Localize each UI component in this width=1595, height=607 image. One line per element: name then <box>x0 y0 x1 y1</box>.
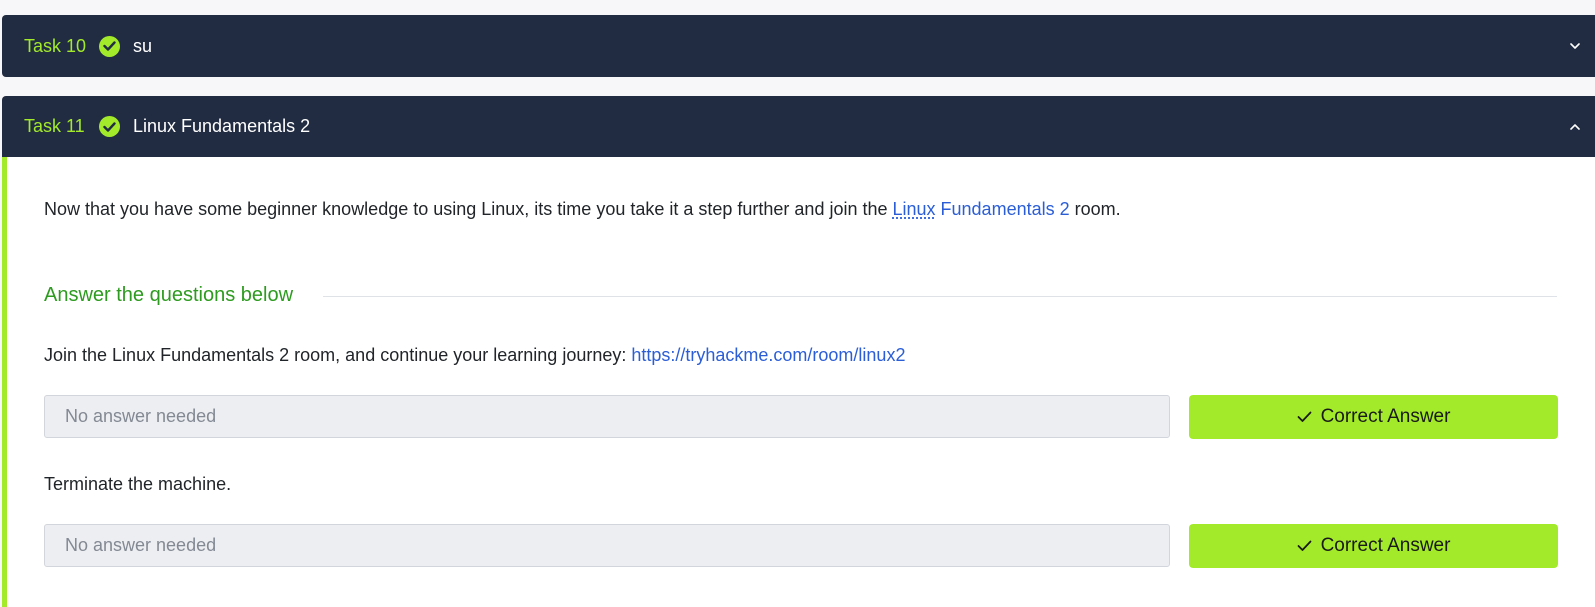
check-circle-icon <box>99 35 120 57</box>
link-text[interactable]: Fundamentals 2 <box>936 199 1070 219</box>
linux-fundamentals-2-link[interactable]: Linux Fundamentals 2 <box>893 199 1070 219</box>
abbr-linux[interactable]: Linux <box>893 199 936 219</box>
question-text: Join the Linux Fundamentals 2 room, and … <box>44 345 632 365</box>
task-11-body: Now that you have some beginner knowledg… <box>2 157 1595 607</box>
checkmark-icon <box>1297 411 1311 422</box>
answer-field-2[interactable] <box>44 524 1170 567</box>
correct-answer-button-2[interactable]: Correct Answer <box>1189 524 1558 568</box>
task-description: Now that you have some beginner knowledg… <box>44 199 1121 220</box>
task-title: Linux Fundamentals 2 <box>133 116 311 136</box>
question-1: Join the Linux Fundamentals 2 room, and … <box>44 345 905 366</box>
chevron-up-icon[interactable] <box>1570 122 1580 132</box>
chevron-down-icon[interactable] <box>1570 41 1580 51</box>
task-10-header[interactable]: Task 10 su <box>2 15 1595 77</box>
task-number: Task 10 <box>24 35 87 56</box>
task-11-header[interactable]: Task 11 Linux Fundamentals 2 <box>2 96 1595 157</box>
question-text: Terminate the machine. <box>44 474 232 494</box>
answer-field-1[interactable] <box>44 395 1170 438</box>
button-label: Correct Answer <box>1320 535 1451 556</box>
answer-questions-heading: Answer the questions below <box>44 284 294 306</box>
button-label: Correct Answer <box>1320 406 1451 427</box>
heading-divider <box>323 296 1557 297</box>
description-text: Now that you have some beginner knowledg… <box>44 199 893 219</box>
check-circle-icon <box>99 116 120 137</box>
task-number: Task 11 <box>24 116 85 136</box>
description-suffix: room. <box>1069 199 1121 219</box>
checkmark-icon <box>1297 540 1311 551</box>
question-2: Terminate the machine. <box>44 474 231 495</box>
room-link[interactable]: https://tryhackme.com/room/linux2 <box>631 345 905 365</box>
correct-answer-button-1[interactable]: Correct Answer <box>1189 395 1558 439</box>
task-title: su <box>133 35 153 56</box>
